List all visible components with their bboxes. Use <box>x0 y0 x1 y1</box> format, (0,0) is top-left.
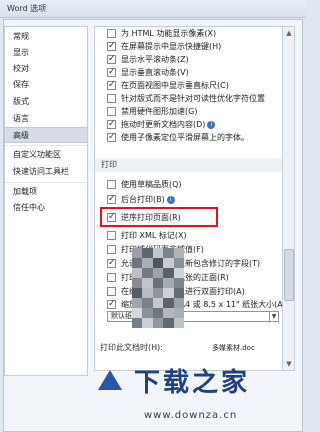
option-update-while-dragging[interactable]: 拖动时更新文档内容(D) i <box>107 119 216 130</box>
option-label: 拖动时更新文档内容(D) <box>121 120 206 129</box>
option-draft-quality[interactable]: 使用草稿品质(Q) <box>107 179 182 190</box>
sidebar-divider <box>5 145 87 146</box>
option-label: 使用子像素定位平滑屏幕上的字体。 <box>121 133 249 142</box>
sidebar-item-layout[interactable]: 版式 <box>5 94 87 110</box>
sidebar-item-display[interactable]: 显示 <box>5 45 87 61</box>
sidebar-item-proofing[interactable]: 校对 <box>5 61 87 77</box>
option-show-shortcut-keys[interactable]: 在屏幕提示中显示快捷键(H) <box>107 41 221 52</box>
option-html-pixels[interactable]: 为 HTML 功能显示像素(X) <box>107 28 216 39</box>
advanced-options-panel: 为 HTML 功能显示像素(X) 在屏幕提示中显示快捷键(H) 显示水平滚动条(… <box>94 26 292 371</box>
option-label: 为 HTML 功能显示像素(X) <box>121 29 217 38</box>
checkbox[interactable] <box>107 287 116 296</box>
options-scrollbar[interactable]: ▲ ▼ <box>282 26 295 371</box>
sidebar-item-advanced[interactable]: 高级 <box>5 127 87 143</box>
option-label: 针对版式而不是针对可读性优化字符位置 <box>121 94 265 103</box>
sidebar-item-trust-center[interactable]: 信任中心 <box>5 200 87 216</box>
option-background-print[interactable]: 后台打印(B) i <box>107 194 175 205</box>
option-label: 使用草稿品质(Q) <box>121 180 182 189</box>
sidebar-item-add-ins[interactable]: 加载项 <box>5 184 87 200</box>
option-disable-hw-acceleration[interactable]: 禁用硬件图形加速(G) <box>107 106 197 117</box>
sidebar-item-general[interactable]: 常规 <box>5 29 87 45</box>
sidebar-item-language[interactable]: 语言 <box>5 111 87 127</box>
option-label: 后台打印(B) <box>121 195 165 204</box>
logo-icon <box>98 370 122 390</box>
highlight-box <box>100 207 218 227</box>
sidebar-item-customize-ribbon[interactable]: 自定义功能区 <box>5 147 87 163</box>
watermark: 下载之家 www.downza.cn <box>94 352 302 432</box>
checkbox[interactable] <box>107 41 116 51</box>
title-bar: Word 选项 <box>0 0 306 18</box>
watermark-url: www.downza.cn <box>144 410 238 421</box>
checkbox[interactable] <box>107 180 116 189</box>
checkbox[interactable] <box>107 80 116 90</box>
checkbox[interactable] <box>107 67 116 77</box>
option-vertical-ruler[interactable]: 在页面视图中显示垂直标尺(C) <box>107 80 229 91</box>
window-title: Word 选项 <box>7 4 47 13</box>
checkbox[interactable] <box>107 54 116 64</box>
option-horizontal-scrollbar[interactable]: 显示水平滚动条(Z) <box>107 54 189 65</box>
checkbox[interactable] <box>107 194 116 204</box>
checkbox[interactable] <box>107 258 116 268</box>
checkbox[interactable] <box>107 245 116 254</box>
option-label: 打印 XML 标记(X) <box>121 231 187 240</box>
info-icon[interactable]: i <box>207 120 216 129</box>
option-label: 在页面视图中显示垂直标尺(C) <box>121 81 229 90</box>
option-subpixel-font[interactable]: 使用子像素定位平滑屏幕上的字体。 <box>107 132 249 143</box>
option-label: 显示垂直滚动条(V) <box>121 68 189 77</box>
option-label: 显示水平滚动条(Z) <box>121 55 189 64</box>
options-sidebar: 常规 显示 校对 保存 版式 语言 高级 自定义功能区 快速访问工具栏 加载项 … <box>4 26 88 376</box>
checkbox[interactable] <box>107 119 116 129</box>
checkbox[interactable] <box>107 94 116 103</box>
option-print-xml-tags[interactable]: 打印 XML 标记(X) <box>107 230 187 241</box>
option-label: 在屏幕提示中显示快捷键(H) <box>121 42 222 51</box>
scrollbar-thumb[interactable] <box>284 249 294 301</box>
option-label: 禁用硬件图形加速(G) <box>121 107 198 116</box>
watermark-text: 下载之家 <box>134 368 251 398</box>
chevron-down-icon[interactable]: ▼ <box>269 312 278 321</box>
mosaic-blur <box>132 248 184 328</box>
checkbox[interactable] <box>107 29 116 38</box>
chevron-up-icon[interactable]: ▲ <box>284 28 294 38</box>
info-icon[interactable]: i <box>166 195 175 204</box>
option-optimize-char-position[interactable]: 针对版式而不是针对可读性优化字符位置 <box>107 93 265 104</box>
checkbox[interactable] <box>107 132 116 142</box>
sidebar-item-save[interactable]: 保存 <box>5 77 87 93</box>
checkbox[interactable] <box>107 107 116 116</box>
option-vertical-scrollbar[interactable]: 显示垂直滚动条(V) <box>107 67 189 78</box>
checkbox[interactable] <box>107 231 116 240</box>
sidebar-item-quick-access-toolbar[interactable]: 快速访问工具栏 <box>5 164 87 180</box>
section-print: 打印 <box>95 158 291 172</box>
checkbox[interactable] <box>107 299 116 309</box>
checkbox[interactable] <box>107 273 116 282</box>
sidebar-divider <box>5 182 87 183</box>
